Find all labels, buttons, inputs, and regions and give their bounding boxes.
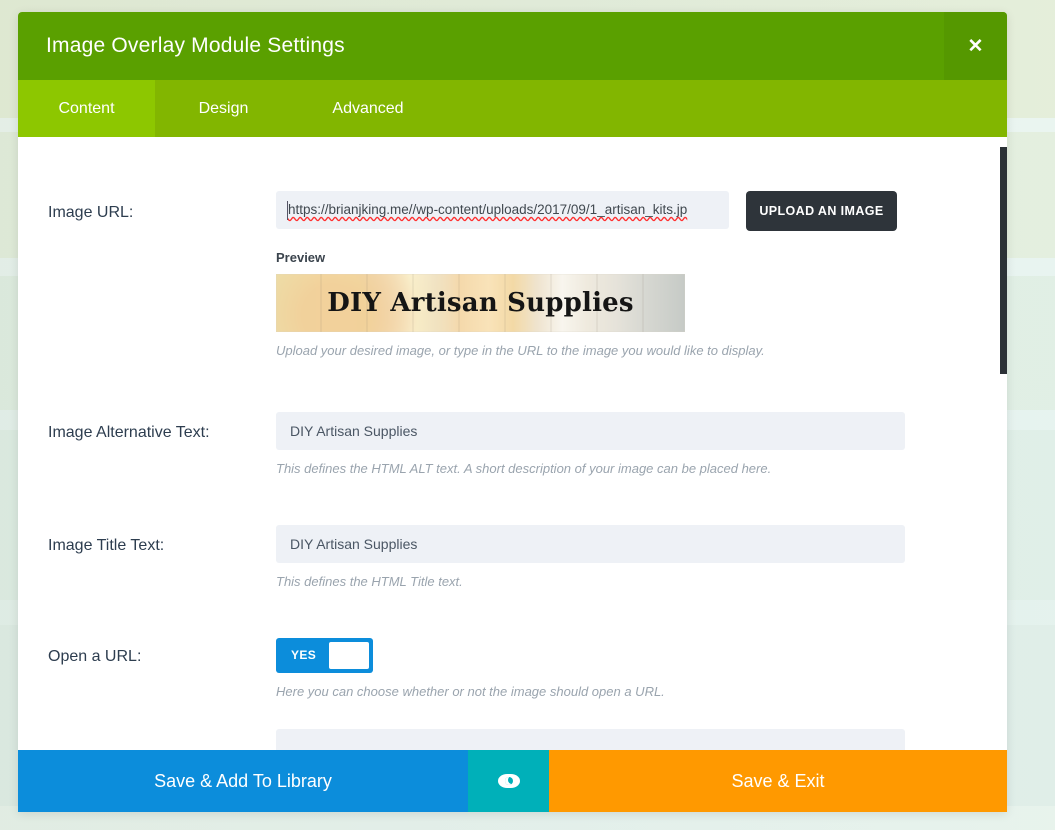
scrollbar-thumb[interactable] (1000, 147, 1007, 374)
image-url-input[interactable]: https://brianjking.me//wp-content/upload… (276, 191, 729, 229)
tab-content[interactable]: Content (18, 80, 155, 137)
save-exit-button[interactable]: Save & Exit (549, 750, 1007, 812)
alt-text-input[interactable] (276, 412, 905, 450)
alt-text-help: This defines the HTML ALT text. A short … (276, 461, 772, 476)
close-button[interactable]: ✕ (944, 12, 1007, 80)
tab-advanced-label: Advanced (332, 99, 404, 117)
tab-design[interactable]: Design (155, 80, 292, 137)
settings-form: Image URL: https://brianjking.me//wp-con… (18, 137, 1007, 750)
title-text-label: Image Title Text: (48, 537, 165, 554)
next-field-input[interactable] (276, 729, 905, 750)
save-add-to-library-button[interactable]: Save & Add To Library (18, 750, 468, 812)
image-preview: DIY Artisan Supplies (276, 274, 685, 332)
scrollbar-track[interactable] (1000, 137, 1007, 750)
image-preview-block: Preview DIY Artisan Supplies Upload your… (276, 250, 765, 358)
alt-text-label: Image Alternative Text: (48, 424, 210, 441)
modal-footer: Save & Add To Library Save & Exit (18, 750, 1007, 812)
open-url-toggle-value: YES (291, 648, 317, 662)
image-url-label: Image URL: (48, 204, 134, 221)
image-url-help: Upload your desired image, or type in th… (276, 343, 765, 358)
module-settings-modal: Image Overlay Module Settings ✕ Content … (18, 12, 1007, 812)
open-url-label: Open a URL: (48, 648, 142, 665)
tab-bar: Content Design Advanced (18, 80, 1007, 137)
title-text-input[interactable] (276, 525, 905, 563)
preview-button[interactable] (468, 750, 549, 812)
image-url-value: https://brianjking.me//wp-content/upload… (288, 202, 688, 217)
open-url-controls: YES Here you can choose whether or not t… (276, 638, 665, 699)
open-url-toggle[interactable]: YES (276, 638, 373, 673)
open-url-help: Here you can choose whether or not the i… (276, 684, 665, 699)
tab-advanced[interactable]: Advanced (292, 80, 444, 137)
tab-content-label: Content (58, 99, 115, 117)
preview-label: Preview (276, 250, 326, 265)
toggle-knob (329, 642, 369, 669)
eye-icon (497, 774, 520, 788)
image-url-controls: https://brianjking.me//wp-content/upload… (276, 191, 897, 358)
modal-header: Image Overlay Module Settings ✕ (18, 12, 1007, 80)
title-text-help: This defines the HTML Title text. (276, 574, 463, 589)
preview-caption: DIY Artisan Supplies (327, 288, 634, 318)
close-icon: ✕ (967, 35, 984, 57)
tab-design-label: Design (198, 99, 249, 117)
page-title: Image Overlay Module Settings (46, 34, 345, 57)
title-text-controls: This defines the HTML Title text. (276, 525, 905, 589)
alt-text-controls: This defines the HTML ALT text. A short … (276, 412, 905, 476)
upload-an-image-button[interactable]: UPLOAD AN IMAGE (746, 191, 897, 231)
